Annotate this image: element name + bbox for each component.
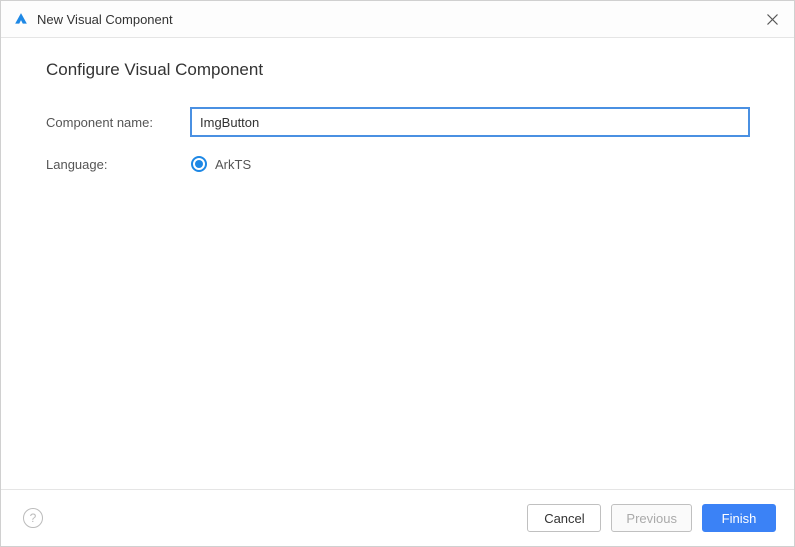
close-icon [767,14,778,25]
help-icon[interactable]: ? [23,508,43,528]
finish-button[interactable]: Finish [702,504,776,532]
window-title: New Visual Component [37,12,760,27]
language-radio-label: ArkTS [215,157,251,172]
component-name-row: Component name: [46,108,749,136]
cancel-button[interactable]: Cancel [527,504,601,532]
close-button[interactable] [760,7,784,31]
app-icon [13,11,29,27]
language-row: Language: ArkTS [46,156,749,172]
page-title: Configure Visual Component [46,60,749,80]
dialog-footer: ? Cancel Previous Finish [1,490,794,546]
titlebar: New Visual Component [1,1,794,38]
previous-button: Previous [611,504,692,532]
dialog-content: Configure Visual Component Component nam… [1,38,794,489]
language-radio-arkts[interactable]: ArkTS [191,156,749,172]
language-label: Language: [46,157,191,172]
language-control: ArkTS [191,156,749,172]
component-name-label: Component name: [46,115,191,130]
component-name-input[interactable] [191,108,749,136]
radio-checked-icon [191,156,207,172]
component-name-control [191,108,749,136]
